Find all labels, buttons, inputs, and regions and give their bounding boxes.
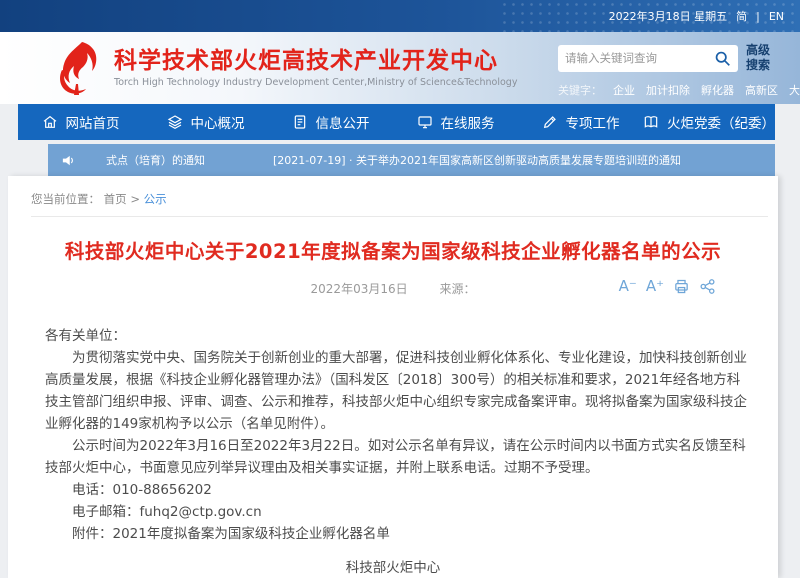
current-date: 2022年3月18日 星期五 [609,8,728,24]
nav-label: 网站首页 [66,112,120,132]
site-title: 科学技术部火炬高技术产业开发中心 [114,48,517,74]
keyword-link[interactable]: 孵化器 [701,82,734,98]
breadcrumb-home-link[interactable]: 首页 [104,192,127,206]
keywords-label: 关键字： [558,82,602,98]
signature-org: 科技部火炬中心 [8,556,778,578]
main-nav: 网站首页 中心概况 信息公开 在线服务 专项工作 火炬党委（纪委） [18,104,775,140]
hot-keywords: 关键字： 企业 加计扣除 孵化器 高新区 大赛 [558,82,786,98]
keyword-link[interactable]: 高新区 [745,82,778,98]
news-ticker: 式点（培育）的通知 [2021-07-19] · 关于举办2021年国家高新区创… [48,144,775,176]
search-box [558,45,738,72]
lang-simplified-link[interactable]: 简 [736,8,747,24]
breadcrumb-separator: > [130,192,140,206]
torch-logo-icon [52,40,104,96]
article-meta: 2022年03月16日 来源： A⁻ A⁺ [8,280,778,297]
attachment-line: 附件：2021年度拟备案为国家级科技企业孵化器名单 [45,523,750,545]
layers-icon [167,114,183,130]
site-subtitle: Torch High Technology Industry Developme… [114,77,517,88]
topbar: 2022年3月18日 星期五 简 | EN [0,0,800,32]
search-input[interactable] [565,51,714,65]
contact-email: 电子邮箱：fuhq2@ctp.gov.cn [45,501,750,523]
advanced-search-link[interactable]: 高级搜索 [746,43,772,73]
nav-item-special-projects[interactable]: 专项工作 [518,104,643,140]
breadcrumb-divider [31,216,768,217]
keyword-link[interactable]: 企业 [613,82,635,98]
print-icon[interactable] [673,278,690,295]
article-title: 科技部火炬中心关于2021年度拟备案为国家级科技企业孵化器名单的公示 [8,235,778,264]
keyword-link[interactable]: 加计扣除 [646,82,690,98]
nav-item-home[interactable]: 网站首页 [18,104,143,140]
search-button[interactable] [714,50,731,67]
nav-label: 专项工作 [566,112,620,132]
nav-item-online-services[interactable]: 在线服务 [393,104,518,140]
keyword-link[interactable]: 大赛 [789,82,800,98]
nav-label: 中心概况 [191,112,245,132]
home-icon [42,114,58,130]
article-paragraph: 公示时间为2022年3月16日至2022年3月22日。如对公示名单有异议，请在公… [45,435,750,479]
font-decrease-button[interactable]: A⁻ [619,277,637,295]
breadcrumb-current-link[interactable]: 公示 [144,192,167,206]
nav-label: 信息公开 [316,112,370,132]
signature-block: 科技部火炬中心 2022年3月16日 [8,556,778,578]
breadcrumb: 您当前位置： 首页 > 公示 [8,176,778,216]
nav-item-info-disclosure[interactable]: 信息公开 [268,104,393,140]
pencil-icon [542,114,558,130]
content-card: 您当前位置： 首页 > 公示 科技部火炬中心关于2021年度拟备案为国家级科技企… [8,176,778,578]
monitor-icon [417,114,433,130]
nav-item-overview[interactable]: 中心概况 [143,104,268,140]
breadcrumb-label: 您当前位置： [31,192,100,206]
speaker-icon [61,153,76,168]
nav-item-party-committee[interactable]: 火炬党委（纪委） [643,104,775,140]
search-icon [714,50,731,67]
share-icon[interactable] [699,278,716,295]
article-date: 2022年03月16日 [311,282,408,296]
article-paragraph: 为贯彻落实党中央、国务院关于创新创业的重大部署，促进科技创业孵化体系化、专业化建… [45,347,750,435]
ticker-item[interactable]: 式点（培育）的通知 [106,152,205,168]
article-tools: A⁻ A⁺ [619,277,716,295]
article-salutation: 各有关单位： [45,325,750,347]
article-body: 各有关单位： 为贯彻落实党中央、国务院关于创新创业的重大部署，促进科技创业孵化体… [8,325,778,545]
document-icon [292,114,308,130]
lang-divider: | [756,10,760,23]
nav-label: 火炬党委（纪委） [667,112,775,132]
lang-en-link[interactable]: EN [769,10,784,23]
header-right: 高级搜索 关键字： 企业 加计扣除 孵化器 高新区 大赛 [558,32,800,104]
font-increase-button[interactable]: A⁺ [646,277,664,295]
ticker-item[interactable]: [2021-07-19] · 关于举办2021年国家高新区创新驱动高质量发展专题… [273,152,681,168]
nav-label: 在线服务 [441,112,495,132]
site-header: 科学技术部火炬高技术产业开发中心 Torch High Technology I… [0,32,800,104]
article-source-label: 来源： [439,282,475,296]
brand[interactable]: 科学技术部火炬高技术产业开发中心 Torch High Technology I… [0,32,517,104]
book-icon [643,114,659,130]
contact-phone: 电话：010-88656202 [45,479,750,501]
brand-text: 科学技术部火炬高技术产业开发中心 Torch High Technology I… [114,48,517,88]
